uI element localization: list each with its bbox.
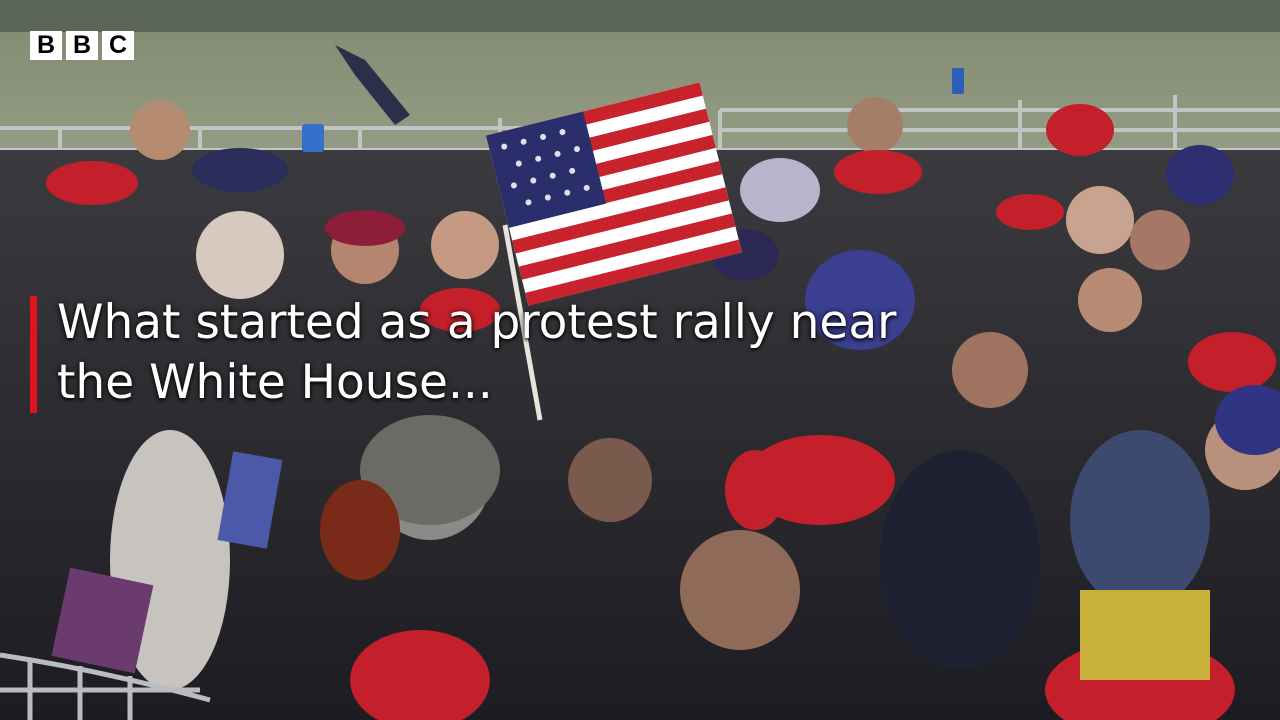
phone xyxy=(952,68,964,94)
hooded-person xyxy=(880,450,1040,670)
caption-accent-bar xyxy=(30,296,37,413)
caption-line-1: What started as a protest rally near xyxy=(57,295,897,350)
caption-text: What started as a protest rally near the… xyxy=(57,293,896,413)
video-frame: B B C What started as a protest rally ne… xyxy=(0,0,1280,720)
subtitle-caption: What started as a protest rally near the… xyxy=(30,293,896,413)
bbc-logo-letter-b2: B xyxy=(66,31,98,60)
bbc-logo-letter-c: C xyxy=(102,31,134,60)
bbc-logo-letter-b1: B xyxy=(30,31,62,60)
bbc-logo: B B C xyxy=(30,31,134,60)
caption-line-2: the White House... xyxy=(57,355,493,410)
